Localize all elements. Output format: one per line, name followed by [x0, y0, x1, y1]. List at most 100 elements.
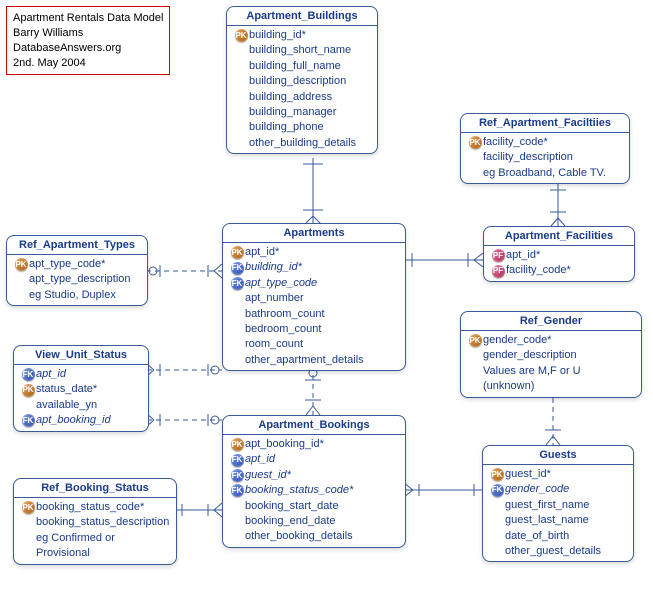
field-name: booking_start_date: [245, 499, 399, 514]
field-name: guest_id: [245, 468, 399, 483]
field-row: building_manager: [227, 105, 377, 120]
field-name: other_apartment_details: [245, 353, 399, 368]
field-name: apt_booking_id: [36, 413, 142, 428]
field-name: room_count: [245, 337, 399, 352]
field-name: facility_code: [506, 263, 628, 278]
field-row: building_phone: [227, 120, 377, 135]
field-name: other_building_details: [249, 136, 371, 151]
field-row: FKapt_id: [14, 367, 148, 382]
field-name: building_short_name: [249, 43, 371, 58]
field-name: bedroom_count: [245, 322, 399, 337]
field-name: available_yn: [36, 398, 142, 413]
field-row: bedroom_count: [223, 322, 405, 337]
field-row: other_apartment_details: [223, 353, 405, 368]
field-name: Values are M,F or U (unknown): [483, 364, 635, 395]
field-name: building_manager: [249, 105, 371, 120]
field-row: PKstatus_date: [14, 382, 148, 397]
field-name: facility_code: [483, 135, 623, 150]
fk-icon: FK: [22, 368, 35, 381]
field-name: building_full_name: [249, 59, 371, 74]
field-row: eg Studio, Duplex: [7, 288, 147, 303]
entity-apartment-facilities: Apartment_Facilities PFapt_id PFfacility_c…: [483, 226, 635, 282]
field-row: PKgender_code: [461, 333, 641, 348]
pk-icon: PK: [491, 468, 504, 481]
field-row: building_address: [227, 90, 377, 105]
entity-apartment-bookings: Apartment_BookingsPKapt_booking_idFKapt_…: [222, 415, 406, 548]
pf-icon: PF: [492, 265, 505, 278]
fk-icon: FK: [491, 484, 504, 497]
field-name: gender_code: [483, 333, 635, 348]
field-row: guest_last_name: [483, 513, 633, 528]
field-name: apt_type_code: [245, 276, 399, 291]
field-name: guest_id: [505, 467, 627, 482]
field-name: building_phone: [249, 120, 371, 135]
field-row: PFapt_id: [484, 248, 634, 263]
field-name: building_address: [249, 90, 371, 105]
field-row: PKbuilding_id: [227, 28, 377, 43]
entity-title: Guests: [483, 446, 633, 465]
field-row: gender_description: [461, 348, 641, 363]
entity-title: Ref_Apartment_Faciltiies: [461, 114, 629, 133]
field-row: booking_start_date: [223, 499, 405, 514]
field-row: PKapt_booking_id: [223, 437, 405, 452]
field-name: building_id: [249, 28, 371, 43]
field-row: FKapt_booking_id: [14, 413, 148, 428]
field-row: FKguest_id: [223, 468, 405, 483]
fk-icon: FK: [22, 414, 35, 427]
pk-icon: PK: [231, 246, 244, 259]
field-name: apt_type_code: [29, 257, 141, 272]
field-row: Values are M,F or U (unknown): [461, 364, 641, 395]
field-name: status_date: [36, 382, 142, 397]
fk-icon: FK: [231, 484, 244, 497]
entity-title: Ref_Booking_Status: [14, 479, 176, 498]
entity-apartment-buildings: Apartment_BuildingsPKbuilding_idbuilding…: [226, 6, 378, 154]
field-row: PKfacility_code: [461, 135, 629, 150]
entity-title: Ref_Gender: [461, 312, 641, 331]
field-row: eg Broadband, Cable TV.: [461, 166, 629, 181]
pk-icon: PK: [22, 501, 35, 514]
entity-apartments: ApartmentsPKapt_idFKbuilding_idFKapt_typ…: [222, 223, 406, 371]
field-name: guest_first_name: [505, 498, 627, 513]
field-name: eg Studio, Duplex: [29, 288, 141, 303]
pk-icon: PK: [469, 136, 482, 149]
field-row: building_short_name: [227, 43, 377, 58]
field-name: apt_booking_id: [245, 437, 399, 452]
field-row: FKgender_code: [483, 482, 633, 497]
field-row: other_guest_details: [483, 544, 633, 559]
field-row: PKapt_type_code: [7, 257, 147, 272]
field-name: booking_end_date: [245, 514, 399, 529]
field-row: PKbooking_status_code: [14, 500, 176, 515]
field-row: guest_first_name: [483, 498, 633, 513]
entity-title: Apartment_Buildings: [227, 7, 377, 26]
info-box: Apartment Rentals Data Model Barry Willi…: [6, 6, 170, 75]
field-row: facility_description: [461, 150, 629, 165]
pk-icon: PK: [469, 334, 482, 347]
pk-icon: PK: [231, 438, 244, 451]
entity-title: Apartment_Facilities: [484, 227, 634, 246]
field-row: PKguest_id: [483, 467, 633, 482]
entity-ref-booking-status: Ref_Booking_Status PKbooking_status_codeb…: [13, 478, 177, 565]
field-row: apt_type_description: [7, 272, 147, 287]
field-row: bathroom_count: [223, 307, 405, 322]
field-name: date_of_birth: [505, 529, 627, 544]
field-name: building_id: [245, 260, 399, 275]
model-date: 2nd. May 2004: [13, 56, 163, 71]
field-row: booking_status_description: [14, 515, 176, 530]
field-row: building_description: [227, 74, 377, 89]
field-name: booking_status_code: [36, 500, 170, 515]
field-name: booking_status_code: [245, 483, 399, 498]
fk-icon: FK: [231, 454, 244, 467]
field-row: room_count: [223, 337, 405, 352]
field-name: apt_id: [245, 245, 399, 260]
field-name: building_description: [249, 74, 371, 89]
field-name: facility_description: [483, 150, 623, 165]
entity-title: Apartment_Bookings: [223, 416, 405, 435]
fk-icon: FK: [231, 262, 244, 275]
fk-icon: FK: [231, 469, 244, 482]
field-row: eg Confirmed or Provisional: [14, 531, 176, 562]
field-row: FKbuilding_id: [223, 260, 405, 275]
model-source: DatabaseAnswers.org: [13, 41, 163, 56]
field-name: gender_code: [505, 482, 627, 497]
field-row: other_building_details: [227, 136, 377, 151]
fk-icon: FK: [231, 277, 244, 290]
